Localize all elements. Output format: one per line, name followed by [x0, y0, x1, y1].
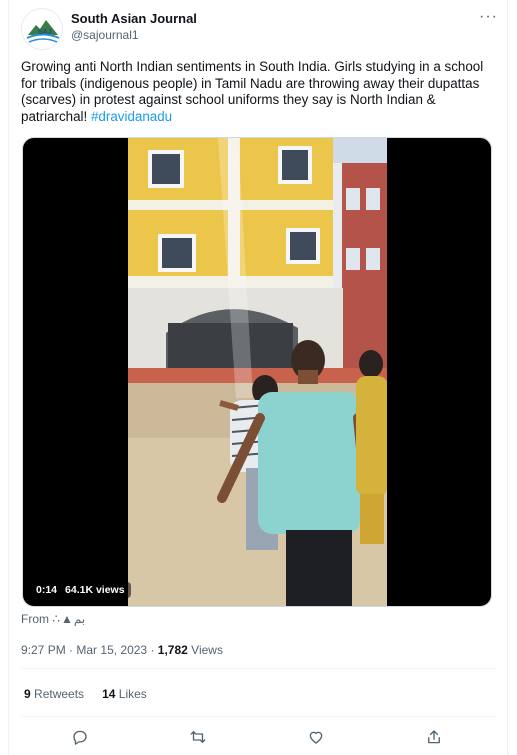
divider-2: [21, 716, 497, 717]
video-views: 64.1K views: [65, 584, 125, 596]
account-handle[interactable]: @sajournal1: [71, 28, 139, 42]
video-frame: [128, 138, 387, 606]
retweets-count: 9: [24, 687, 31, 701]
likes-stat[interactable]: 14 Likes: [102, 687, 147, 701]
video-timestamp: 0:14 64.1K views: [30, 582, 131, 598]
video-still-image: [128, 138, 387, 606]
video-duration: 0:14: [36, 584, 58, 596]
like-icon[interactable]: [305, 726, 327, 748]
source-logo[interactable]: ∴▲بم: [52, 612, 85, 626]
video-player[interactable]: 0:14 64.1K views: [22, 137, 492, 607]
retweets-stat[interactable]: 9 Retweets: [24, 687, 84, 701]
retweets-label: Retweets: [34, 687, 85, 701]
action-bar: [9, 726, 509, 748]
tweet-date[interactable]: Mar 15, 2023: [76, 643, 147, 657]
share-icon[interactable]: [423, 726, 445, 748]
source-label: From ∴▲بم: [21, 612, 85, 626]
more-options-icon[interactable]: ···: [479, 8, 498, 26]
meta-separator-2: ·: [150, 643, 155, 657]
likes-label: Likes: [118, 687, 147, 701]
account-name[interactable]: South Asian Journal: [71, 11, 197, 26]
retweet-icon[interactable]: [187, 726, 209, 748]
engagement-stats: 9 Retweets 14 Likes: [24, 687, 147, 701]
views-label: Views: [191, 643, 223, 657]
tweet-metadata: 9:27 PM · Mar 15, 2023 · 1,782 Views: [21, 643, 223, 657]
svg-text:SAJ: SAJ: [38, 29, 52, 36]
divider: [21, 668, 497, 669]
hashtag-link[interactable]: #dravidanadu: [91, 109, 172, 124]
journal-logo-icon: SAJ: [26, 20, 60, 43]
source-prefix: From: [21, 612, 49, 626]
avatar[interactable]: SAJ: [21, 8, 63, 50]
tweet-card: SAJ South Asian Journal @sajournal1 ··· …: [8, 0, 508, 755]
tweet-text: Growing anti North Indian sentiments in …: [21, 59, 491, 125]
views-count: 1,782: [157, 643, 188, 657]
likes-count: 14: [102, 687, 116, 701]
tweet-time[interactable]: 9:27 PM: [21, 643, 66, 657]
meta-separator: ·: [69, 643, 74, 657]
reply-icon[interactable]: [69, 726, 91, 748]
